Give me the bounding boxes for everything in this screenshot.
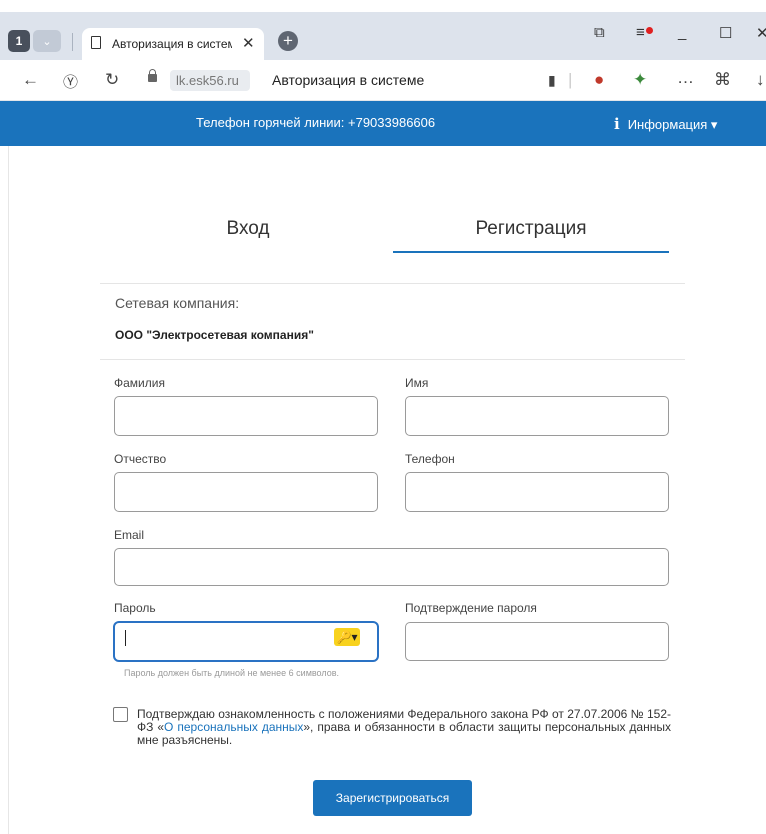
- personal-data-link[interactable]: О персональных данных: [164, 720, 303, 734]
- browser-tabstrip: 1 ⌄ Авторизация в систем ✕ + ⧉ ≡ _ ☐ ✕: [0, 0, 766, 60]
- menu-icon[interactable]: ≡: [636, 24, 645, 41]
- toolbar-separator: |: [568, 70, 573, 89]
- patronymic-field[interactable]: [114, 472, 378, 512]
- tabs-counter-icon[interactable]: 1: [8, 30, 30, 52]
- password-confirm-field[interactable]: [405, 622, 669, 661]
- password-hint: Пароль должен быть длиной не менее 6 сим…: [124, 668, 340, 678]
- tab-separator: [72, 33, 73, 51]
- divider: [100, 283, 685, 284]
- notification-dot-icon: [646, 27, 653, 34]
- close-tab-icon[interactable]: ✕: [242, 34, 255, 52]
- email-field[interactable]: [114, 548, 669, 586]
- tab-active-indicator: [393, 251, 669, 253]
- extensions-icon[interactable]: ⌘: [714, 70, 731, 90]
- back-icon[interactable]: ←: [22, 70, 39, 90]
- bookmark-icon[interactable]: ▮: [548, 72, 556, 89]
- tabs-dropdown-icon[interactable]: ⌄: [33, 30, 61, 52]
- chevron-down-icon: ▾: [710, 117, 718, 132]
- minimize-icon[interactable]: _: [678, 24, 686, 41]
- page: 1 ⌄ Авторизация в систем ✕ + ⧉ ≡ _ ☐ ✕ ←…: [0, 0, 766, 834]
- document-icon: [91, 36, 101, 49]
- hotline-text: Телефон горячей линии: +79033986606: [196, 115, 436, 130]
- browser-tab-title: Авторизация в систем: [112, 37, 232, 51]
- phone-label: Телефон: [405, 452, 455, 466]
- consent-text: Подтверждаю ознакомленность с положениям…: [137, 708, 671, 747]
- lock-icon[interactable]: [148, 69, 157, 82]
- extension-icon-2[interactable]: ✦: [633, 70, 647, 90]
- company-label: Сетевая компания:: [115, 295, 240, 311]
- company-value: ООО "Электросетевая компания": [115, 328, 314, 342]
- register-button[interactable]: Зарегистрироваться: [313, 780, 472, 816]
- maximize-icon[interactable]: ☐: [719, 24, 732, 42]
- more-icon[interactable]: …: [677, 68, 694, 88]
- browser-tab-active[interactable]: Авторизация в систем ✕: [82, 28, 264, 60]
- divider: [100, 359, 685, 360]
- patronymic-label: Отчество: [114, 452, 167, 466]
- password-confirm-label: Подтверждение пароля: [405, 601, 537, 615]
- info-menu-button[interactable]: i Информация ▾: [614, 115, 717, 133]
- email-label: Email: [114, 528, 145, 542]
- new-tab-icon[interactable]: +: [278, 31, 298, 51]
- screenshot-icon[interactable]: ⧉: [594, 24, 605, 41]
- download-icon[interactable]: ↓: [756, 70, 765, 90]
- last-name-label: Фамилия: [114, 376, 165, 390]
- site-header: Телефон горячей линии: +79033986606 i Инф…: [0, 101, 766, 146]
- last-name-field[interactable]: [114, 396, 378, 436]
- text-caret: [125, 630, 126, 646]
- tab-login[interactable]: Вход: [110, 218, 386, 240]
- info-label: Информация: [627, 117, 708, 132]
- tabstrip-top: [0, 0, 766, 12]
- close-window-icon[interactable]: ✕: [756, 24, 766, 42]
- address-page-title[interactable]: Авторизация в системе: [272, 72, 424, 88]
- phone-field[interactable]: [405, 472, 669, 512]
- yandex-icon[interactable]: Ⓨ: [63, 71, 78, 92]
- address-bar: ← Ⓨ ↻ lk.esk56.ru Авторизация в системе …: [0, 60, 766, 101]
- first-name-field[interactable]: [405, 396, 669, 436]
- password-label: Пароль: [114, 601, 156, 615]
- info-icon: i: [614, 115, 620, 133]
- first-name-label: Имя: [405, 376, 429, 390]
- tab-register[interactable]: Регистрация: [393, 218, 669, 240]
- left-border: [8, 146, 9, 834]
- extension-icon[interactable]: ●: [594, 70, 604, 90]
- url-domain[interactable]: lk.esk56.ru: [170, 70, 250, 91]
- password-manager-key-icon[interactable]: 🔑▾: [334, 628, 360, 646]
- reload-icon[interactable]: ↻: [105, 70, 119, 90]
- consent-checkbox[interactable]: [113, 707, 128, 722]
